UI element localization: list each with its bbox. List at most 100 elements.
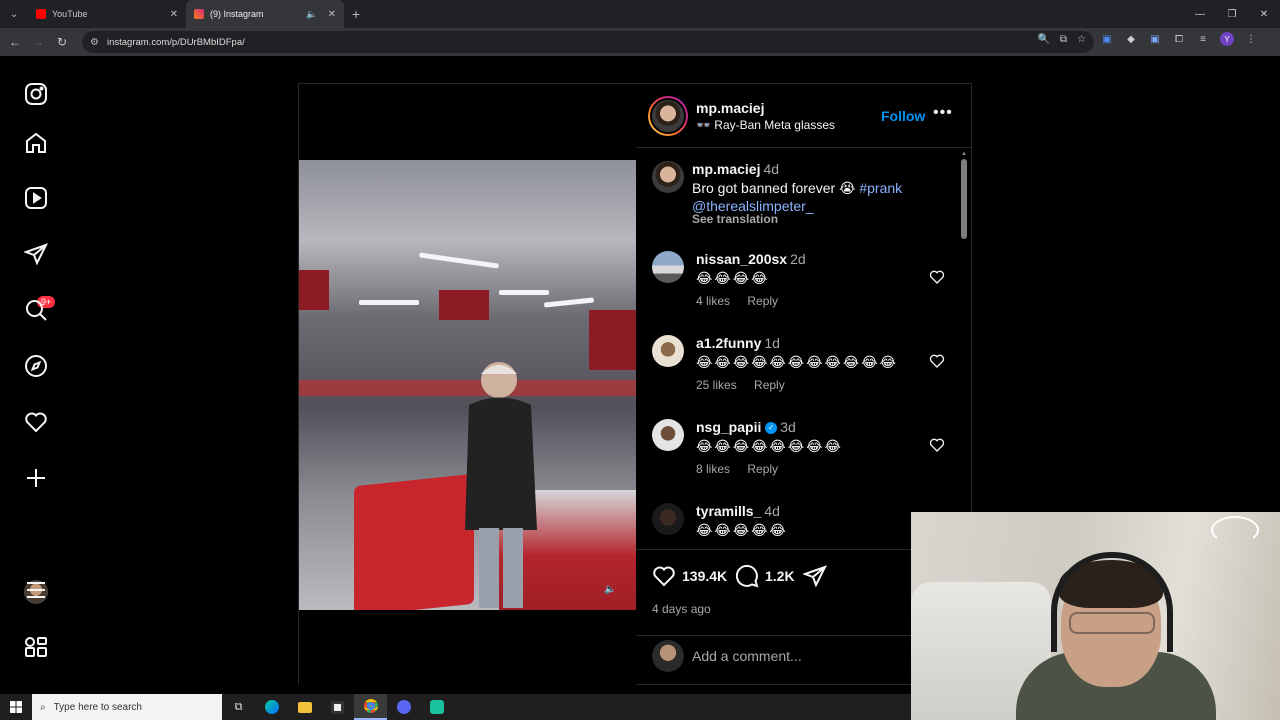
author-avatar[interactable] bbox=[648, 96, 688, 136]
address-bar[interactable]: ⚙ instagram.com/p/DUrBMbIDFpa/ 🔍 ⧉ ☆ bbox=[82, 31, 1094, 53]
add-comment-input[interactable] bbox=[692, 642, 932, 670]
commenter-avatar[interactable] bbox=[652, 335, 684, 367]
discord-icon[interactable] bbox=[387, 694, 420, 720]
ceiling-light bbox=[543, 297, 595, 308]
more-options-icon[interactable]: ••• bbox=[933, 104, 953, 122]
site-info-icon[interactable]: ⚙ bbox=[90, 37, 99, 48]
tab-instagram[interactable]: (9) Instagram 🔈 ✕ bbox=[186, 0, 344, 28]
also-from-meta-icon[interactable] bbox=[22, 633, 50, 661]
close-tab-icon[interactable]: ✕ bbox=[328, 9, 336, 20]
profile-avatar[interactable]: Y bbox=[1220, 32, 1234, 46]
window-controls: — ❐ ✕ bbox=[1184, 0, 1280, 28]
comment-username[interactable]: tyramills_ bbox=[696, 503, 761, 519]
caption-username[interactable]: mp.maciej bbox=[692, 161, 760, 177]
verified-badge-icon: ✓ bbox=[765, 422, 778, 435]
task-view-icon[interactable]: ⧉ bbox=[222, 694, 255, 720]
reload-icon[interactable]: ↻ bbox=[50, 30, 74, 54]
new-tab-button[interactable]: + bbox=[344, 6, 368, 22]
back-icon[interactable]: ← bbox=[3, 30, 27, 54]
forward-icon[interactable]: → bbox=[26, 30, 50, 54]
like-comment-heart-icon[interactable] bbox=[929, 437, 945, 453]
taskbar-search-input[interactable] bbox=[53, 701, 204, 713]
close-tab-icon[interactable]: ✕ bbox=[170, 9, 178, 20]
tab-youtube[interactable]: YouTube ✕ bbox=[28, 0, 186, 28]
commenter-avatar[interactable] bbox=[652, 251, 684, 283]
reply-button[interactable]: Reply bbox=[747, 462, 778, 476]
extension-icon[interactable]: ▣ bbox=[1148, 32, 1162, 46]
windows-taskbar: ⌕ ⧉ bbox=[0, 694, 911, 720]
hashtag-link[interactable]: #prank bbox=[859, 180, 902, 196]
comment-username[interactable]: a1.2funny bbox=[696, 335, 761, 351]
reels-icon[interactable] bbox=[22, 184, 50, 212]
scroll-thumb[interactable] bbox=[961, 159, 967, 239]
explore-compass-icon[interactable] bbox=[22, 352, 50, 380]
commenter-avatar[interactable] bbox=[652, 419, 684, 451]
like-comment-heart-icon[interactable] bbox=[929, 353, 945, 369]
comment-action[interactable]: 1.2K bbox=[735, 564, 795, 588]
like-heart-icon[interactable] bbox=[652, 564, 676, 588]
translate-extension-icon[interactable]: ▣ bbox=[1100, 32, 1114, 46]
post-video[interactable]: 🔈 bbox=[299, 84, 636, 686]
commenter-avatar[interactable] bbox=[652, 503, 684, 535]
reply-button[interactable]: Reply bbox=[747, 294, 778, 308]
minimize-icon[interactable]: — bbox=[1184, 0, 1216, 28]
install-icon[interactable]: ⧉ bbox=[1060, 34, 1067, 45]
comment-bubble-icon[interactable] bbox=[735, 564, 759, 588]
like-count[interactable]: 139.4K bbox=[682, 568, 727, 584]
browser-tabbar: ⌄ YouTube ✕ (9) Instagram 🔈 ✕ + — ❐ ✕ bbox=[0, 0, 1280, 28]
comment-text: 😂😂😂😂😂😂😂😂 bbox=[696, 438, 843, 454]
reply-button[interactable]: Reply bbox=[754, 378, 785, 392]
comment-count[interactable]: 1.2K bbox=[765, 568, 795, 584]
restore-icon[interactable]: ❐ bbox=[1216, 0, 1248, 28]
more-menu-icon[interactable] bbox=[22, 576, 50, 604]
comment-time: 2d bbox=[790, 251, 806, 267]
shopping-bag bbox=[354, 473, 474, 610]
video-frame[interactable]: 🔈 bbox=[299, 160, 636, 610]
chrome-menu-icon[interactable]: ⋮ bbox=[1244, 32, 1258, 46]
extensions-area: ▣ ◆ ▣ ⧠ ≡ Y ⋮ bbox=[1100, 32, 1258, 46]
windows-start-icon[interactable] bbox=[0, 694, 32, 720]
bookmark-star-icon[interactable]: ☆ bbox=[1077, 34, 1086, 45]
like-comment-heart-icon[interactable] bbox=[929, 269, 945, 285]
file-explorer-icon[interactable] bbox=[288, 694, 321, 720]
zoom-icon[interactable]: 🔍 bbox=[1037, 34, 1049, 45]
close-window-icon[interactable]: ✕ bbox=[1248, 0, 1280, 28]
comments-list[interactable]: mp.maciej 4d Bro got banned forever 😭 #pr… bbox=[636, 149, 971, 549]
comment-meta: 25 likes Reply bbox=[696, 378, 799, 392]
instagram-logo-icon[interactable] bbox=[22, 80, 50, 108]
post-location[interactable]: 👓 Ray-Ban Meta glasses bbox=[696, 118, 835, 132]
extension-icon[interactable]: ◆ bbox=[1124, 32, 1138, 46]
direct-messages-icon[interactable] bbox=[22, 240, 50, 268]
comment-username[interactable]: nissan_200sx bbox=[696, 251, 787, 267]
follow-button[interactable]: Follow bbox=[881, 108, 925, 124]
share-action[interactable] bbox=[803, 564, 827, 588]
search-icon[interactable] bbox=[22, 296, 50, 324]
tab-search-button[interactable]: ⌄ bbox=[0, 0, 28, 28]
share-paper-plane-icon[interactable] bbox=[803, 564, 827, 588]
comments-scrollbar[interactable]: ▲ bbox=[961, 151, 967, 545]
post-date[interactable]: 4 days ago bbox=[652, 602, 711, 616]
app-icon[interactable] bbox=[420, 694, 453, 720]
comment-likes[interactable]: 25 likes bbox=[696, 378, 737, 392]
scroll-up-icon[interactable]: ▲ bbox=[961, 151, 967, 157]
see-translation-link[interactable]: See translation bbox=[692, 212, 778, 226]
comment-likes[interactable]: 4 likes bbox=[696, 294, 730, 308]
store-icon[interactable] bbox=[321, 694, 354, 720]
create-plus-icon[interactable] bbox=[22, 464, 50, 492]
like-action[interactable]: 139.4K bbox=[652, 564, 727, 588]
comment-likes[interactable]: 8 likes bbox=[696, 462, 730, 476]
home-icon[interactable] bbox=[22, 129, 50, 157]
taskbar-search[interactable]: ⌕ bbox=[32, 694, 222, 720]
mute-icon[interactable]: 🔈 bbox=[604, 584, 618, 598]
author-username[interactable]: mp.maciej bbox=[696, 100, 764, 116]
notifications-heart-icon[interactable] bbox=[22, 408, 50, 436]
tab-title: (9) Instagram bbox=[210, 9, 264, 19]
edge-icon[interactable] bbox=[255, 694, 288, 720]
caption-text: Bro got banned forever 😭 #prank @thereal… bbox=[692, 179, 932, 215]
media-control-icon[interactable]: ≡ bbox=[1196, 32, 1210, 46]
chrome-icon[interactable] bbox=[354, 694, 387, 720]
comment-username[interactable]: nsg_papii bbox=[696, 419, 761, 435]
author-avatar[interactable] bbox=[652, 161, 684, 193]
puzzle-extensions-icon[interactable]: ⧠ bbox=[1172, 32, 1186, 46]
speaker-icon[interactable]: 🔈 bbox=[306, 9, 317, 20]
